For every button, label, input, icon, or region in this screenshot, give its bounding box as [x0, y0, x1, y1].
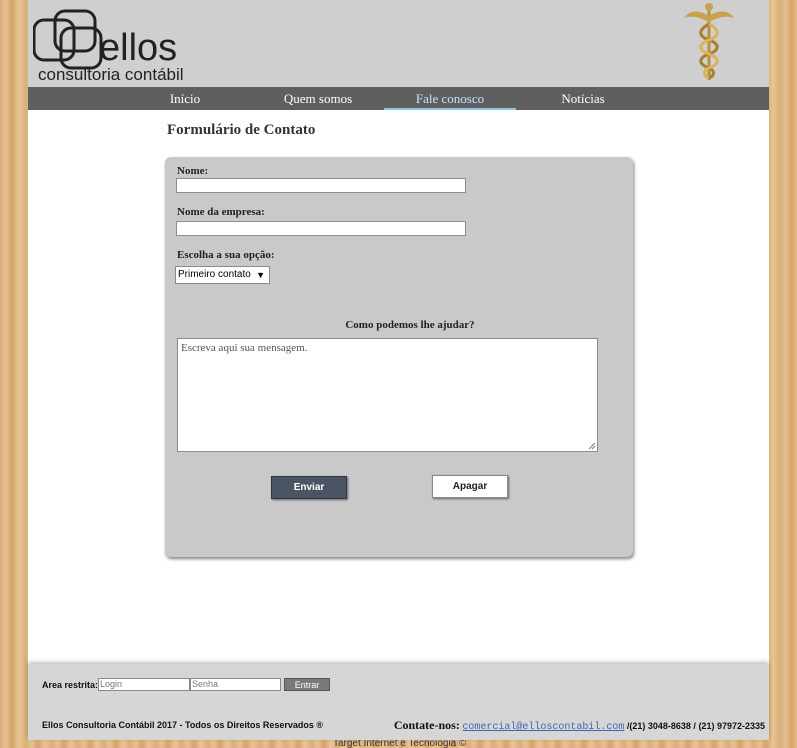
option-select[interactable]: Primeiro contato ▼	[175, 266, 270, 284]
contact-form-panel: Nome: Nome da empresa: Escolha a sua opç…	[165, 157, 633, 557]
login-button[interactable]: Entrar	[284, 678, 330, 691]
caduceus-icon	[684, 3, 734, 80]
help-label: Como podemos lhe ajudar?	[345, 319, 475, 331]
main-nav: Início Quem somos Fale conosco Notícias	[28, 87, 769, 110]
option-selected-value: Primeiro contato	[178, 269, 251, 280]
option-label: Escolha a sua opção:	[177, 249, 275, 261]
nav-item-quem-somos[interactable]: Quem somos	[273, 87, 363, 108]
nav-item-fale-conosco[interactable]: Fale conosco	[384, 87, 516, 110]
developer-credit[interactable]: Target Internet e Tecnologia ©	[333, 740, 466, 748]
name-label: Nome:	[177, 165, 209, 177]
password-input[interactable]: Senha	[190, 678, 281, 691]
message-placeholder: Escreva aqui sua mensagem.	[181, 342, 308, 354]
footer: Area restrita: Login Senha Entrar Ellos …	[28, 664, 769, 740]
nav-item-noticias[interactable]: Notícias	[548, 87, 618, 108]
restricted-area-label: Area restrita:	[42, 680, 99, 690]
copyright-text: Ellos Consultoria Contábil 2017 - Todos …	[42, 720, 324, 730]
svg-text:ellos: ellos	[99, 27, 177, 69]
name-field[interactable]	[176, 178, 466, 193]
clear-button[interactable]: Apagar	[432, 475, 508, 498]
phone-numbers: /(21) 3048-8638 / (21) 97972-2335	[626, 721, 765, 731]
contact-info: Contate-nos: comercial@elloscontabil.com…	[394, 718, 765, 733]
send-button[interactable]: Enviar	[271, 476, 347, 499]
login-input[interactable]: Login	[98, 678, 190, 691]
svg-text:consultoria contábil: consultoria contábil	[38, 65, 184, 84]
header: ellos consultoria contábil	[28, 0, 769, 87]
message-textarea[interactable]: Escreva aqui sua mensagem.	[177, 338, 598, 452]
resize-grip-icon[interactable]	[588, 442, 596, 450]
contact-label: Contate-nos:	[393, 718, 460, 732]
company-field[interactable]	[176, 221, 466, 236]
email-link[interactable]: comercial@elloscontabil.com	[462, 722, 624, 733]
dropdown-arrow-icon: ▼	[256, 270, 265, 280]
company-label: Nome da empresa:	[177, 206, 265, 218]
nav-item-inicio[interactable]: Início	[153, 87, 217, 108]
page: ellos consultoria contábil Início Quem s…	[28, 0, 769, 740]
ellos-logo[interactable]: ellos consultoria contábil	[33, 8, 203, 84]
page-title: Formulário de Contato	[167, 122, 316, 138]
